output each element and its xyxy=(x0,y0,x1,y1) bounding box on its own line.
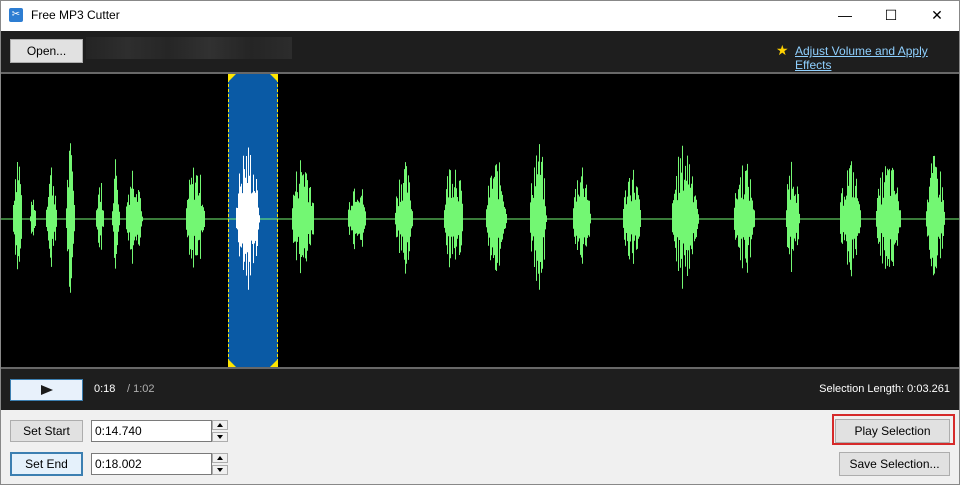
waveform-path xyxy=(13,143,945,293)
current-time: 0:18 xyxy=(94,383,116,395)
close-button[interactable]: ✕ xyxy=(914,0,960,31)
star-icon: ★ xyxy=(776,42,789,58)
waveform-view[interactable] xyxy=(0,72,960,369)
set-start-button[interactable]: Set Start xyxy=(10,420,83,442)
waveform-svg[interactable] xyxy=(0,72,960,369)
scissors-icon: ✂ xyxy=(9,8,23,22)
play-button[interactable] xyxy=(10,379,83,401)
end-time-spinner[interactable] xyxy=(212,453,228,475)
title-bar: ✂ Free MP3 Cutter — ☐ ✕ xyxy=(0,0,960,31)
end-time-input[interactable]: 0:18.002 xyxy=(91,453,212,475)
open-button[interactable]: Open... xyxy=(10,39,83,63)
file-name-field xyxy=(86,37,292,59)
spinner-down-icon[interactable] xyxy=(212,465,228,475)
selection-length: Selection Length: 0:03.261 xyxy=(819,383,950,395)
total-time: / 1:02 xyxy=(127,383,155,395)
play-icon xyxy=(41,385,53,395)
spinner-up-icon[interactable] xyxy=(212,420,228,430)
spinner-down-icon[interactable] xyxy=(212,432,228,442)
minimize-button[interactable]: — xyxy=(822,0,868,31)
spinner-up-icon[interactable] xyxy=(212,453,228,463)
set-end-button[interactable]: Set End xyxy=(10,452,83,476)
start-time-input[interactable]: 0:14.740 xyxy=(91,420,212,442)
save-selection-button[interactable]: Save Selection... xyxy=(839,452,950,476)
start-time-spinner[interactable] xyxy=(212,420,228,442)
play-selection-button[interactable]: Play Selection xyxy=(835,419,950,443)
window-title: Free MP3 Cutter xyxy=(31,8,120,22)
adjust-volume-effects-link[interactable]: Adjust Volume and Apply Effects xyxy=(795,44,960,72)
maximize-button[interactable]: ☐ xyxy=(868,0,914,31)
